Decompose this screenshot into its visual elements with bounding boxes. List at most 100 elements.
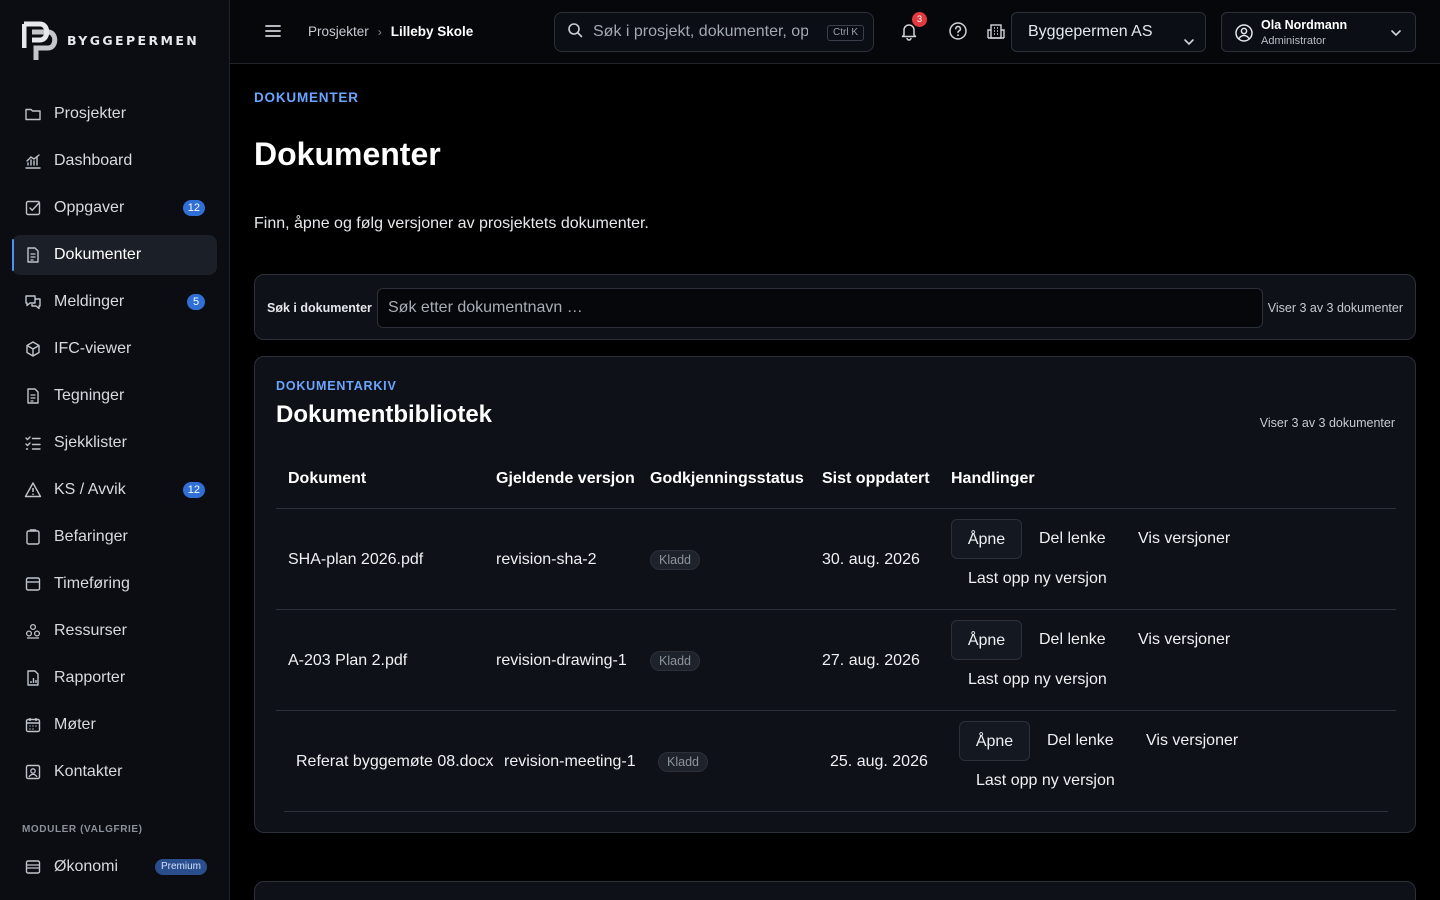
sidebar-item-label: IFC-viewer <box>54 340 132 357</box>
upload-new-version-button[interactable]: Last opp ny versjon <box>976 761 1115 801</box>
open-button[interactable]: Åpne <box>951 519 1022 559</box>
breadcrumb-projects[interactable]: Prosjekter <box>308 24 369 39</box>
sidebar-item-label: Rapporter <box>54 669 126 686</box>
status-cell: Kladd <box>658 711 818 812</box>
sidebar-item-dashboard[interactable]: Dashboard <box>12 141 217 181</box>
document-version: revision-sha-2 <box>496 551 597 568</box>
page-description: Finn, åpne og følg versjoner av prosjekt… <box>254 215 649 232</box>
chevron-down-icon <box>1389 26 1403 40</box>
wallet-icon <box>24 858 42 876</box>
share-link-button[interactable]: Del lenke <box>1039 519 1106 559</box>
column-header-document[interactable]: Dokument <box>288 447 488 509</box>
sidebar-item-label: Dokumenter <box>54 246 142 263</box>
topbar: Prosjekter › Lilleby Skole Ctrl K 3 Bygg… <box>230 0 1440 64</box>
company-select[interactable]: Byggepermen AS <box>1011 12 1206 52</box>
sidebar-nav: Prosjekter Dashboard Oppgaver 12 Dokumenter M… <box>12 94 217 799</box>
document-icon <box>24 387 42 405</box>
library-eyebrow: DOKUMENTARKIV <box>276 379 397 393</box>
document-updated: 30. aug. 2026 <box>822 551 920 568</box>
notifications-bell-icon[interactable]: 3 <box>899 12 927 43</box>
library-title: Dokumentbibliotek <box>276 401 493 428</box>
brand-name: BYGGEPERMEN <box>67 32 200 48</box>
document-name[interactable]: Referat byggemøte 08.docx <box>296 711 496 812</box>
status-badge: Kladd <box>650 549 700 570</box>
report-icon <box>24 669 42 687</box>
share-link-button[interactable]: Del lenke <box>1039 620 1106 660</box>
show-versions-button[interactable]: Vis versjoner <box>1146 721 1238 761</box>
count-badge: 5 <box>187 294 205 310</box>
document-name[interactable]: A-203 Plan 2.pdf <box>288 610 488 711</box>
document-icon <box>24 246 42 264</box>
sidebar-item-oppgaver[interactable]: Oppgaver 12 <box>12 188 217 228</box>
search-shortcut-hint: Ctrl K <box>827 25 864 41</box>
upload-new-version-button[interactable]: Last opp ny versjon <box>968 660 1107 700</box>
table-row: Referat byggemøte 08.docx revision-meetin… <box>284 711 1388 812</box>
clipboard-icon <box>24 528 42 546</box>
sidebar-item-label: KS / Avvik <box>54 481 126 498</box>
upload-new-version-button[interactable]: Last opp ny versjon <box>968 559 1107 599</box>
sidebar-item-label: Sjekklister <box>54 434 127 451</box>
status-badge: Kladd <box>658 751 708 772</box>
sidebar-item-label: Timeføring <box>54 575 130 592</box>
global-search: Ctrl K <box>554 12 874 52</box>
column-header-updated[interactable]: Sist oppdatert <box>822 447 942 509</box>
user-role: Administrator <box>1261 35 1326 47</box>
chevron-down-icon <box>1182 26 1196 46</box>
library-result-count: Viser 3 av 3 dokumenter <box>1259 416 1395 430</box>
document-filter-card: Søk i dokumenter Viser 3 av 3 dokumenter <box>254 274 1416 340</box>
company-select-value: Byggepermen AS <box>1028 23 1153 40</box>
brand-logo[interactable]: BYGGEPERMEN <box>21 20 200 62</box>
sidebar-item-label: Oppgaver <box>54 199 125 216</box>
document-updated: 25. aug. 2026 <box>830 753 928 770</box>
sidebar-item-timeføring[interactable]: Timeføring <box>12 564 217 604</box>
status-cell: Kladd <box>650 610 810 711</box>
contact-icon <box>24 763 42 781</box>
sidebar-item-prosjekter[interactable]: Prosjekter <box>12 94 217 134</box>
sidebar-item-tegninger[interactable]: Tegninger <box>12 376 217 416</box>
column-header-version[interactable]: Gjeldende versjon <box>496 447 636 509</box>
help-icon[interactable] <box>948 21 970 43</box>
sidebar-item-ressurser[interactable]: Ressurser <box>12 611 217 651</box>
document-search-input[interactable] <box>377 288 1263 328</box>
company-building-icon[interactable] <box>986 21 1008 43</box>
sidebar-item-kontakter[interactable]: Kontakter <box>12 752 217 792</box>
sidebar-item-label: Ressurser <box>54 622 127 639</box>
breadcrumb-current-project[interactable]: Lilleby Skole <box>391 24 474 39</box>
show-versions-button[interactable]: Vis versjoner <box>1138 519 1230 559</box>
sidebar-item-okonomi[interactable]: Økonomi Premium <box>12 847 217 887</box>
show-versions-button[interactable]: Vis versjoner <box>1138 620 1230 660</box>
sidebar-item-ifc-viewer[interactable]: IFC-viewer <box>12 329 217 369</box>
sidebar-item-rapporter[interactable]: Rapporter <box>12 658 217 698</box>
sidebar-item-sjekklister[interactable]: Sjekklister <box>12 423 217 463</box>
user-menu[interactable]: Ola Nordmann Administrator <box>1221 12 1416 52</box>
document-version: revision-meeting-1 <box>504 753 636 770</box>
main-content: DOKUMENTER Dokumenter Finn, åpne og følg… <box>230 64 1440 900</box>
status-cell: Kladd <box>650 509 810 610</box>
sidebar-item-label: Befaringer <box>54 528 128 545</box>
checklist-icon <box>24 434 42 452</box>
document-library-card: DOKUMENTARKIV Dokumentbibliotek Viser 3 … <box>254 356 1416 833</box>
sidebar-item-dokumenter[interactable]: Dokumenter <box>12 235 217 275</box>
sidebar-item-møter[interactable]: Møter <box>12 705 217 745</box>
sidebar-item-befaringer[interactable]: Befaringer <box>12 517 217 557</box>
page-title: Dokumenter <box>254 136 441 172</box>
sidebar-item-meldinger[interactable]: Meldinger 5 <box>12 282 217 322</box>
column-header-status[interactable]: Godkjenningsstatus <box>650 447 810 509</box>
document-version: revision-drawing-1 <box>496 652 627 669</box>
sidebar-item-label: Prosjekter <box>54 105 127 122</box>
table-row: A-203 Plan 2.pdf revision-drawing-1 Kladd 2… <box>276 610 1396 711</box>
breadcrumb-separator-icon: › <box>377 24 382 39</box>
chart-icon <box>24 152 42 170</box>
cube-icon <box>24 340 42 358</box>
filter-label: Søk i dokumenter <box>267 301 372 315</box>
open-button[interactable]: Åpne <box>959 721 1030 761</box>
sidebar-item-ks-avvik[interactable]: KS / Avvik 12 <box>12 470 217 510</box>
open-button[interactable]: Åpne <box>951 620 1022 660</box>
share-link-button[interactable]: Del lenke <box>1047 721 1114 761</box>
column-header-actions: Handlinger <box>951 469 1035 487</box>
count-badge: 12 <box>182 200 205 216</box>
app-root: BYGGEPERMEN Prosjekter Dashboard Oppgaver 1… <box>0 0 1440 900</box>
document-name[interactable]: SHA-plan 2026.pdf <box>288 509 488 610</box>
menu-toggle-icon[interactable] <box>264 22 282 40</box>
global-search-input[interactable] <box>593 23 808 41</box>
